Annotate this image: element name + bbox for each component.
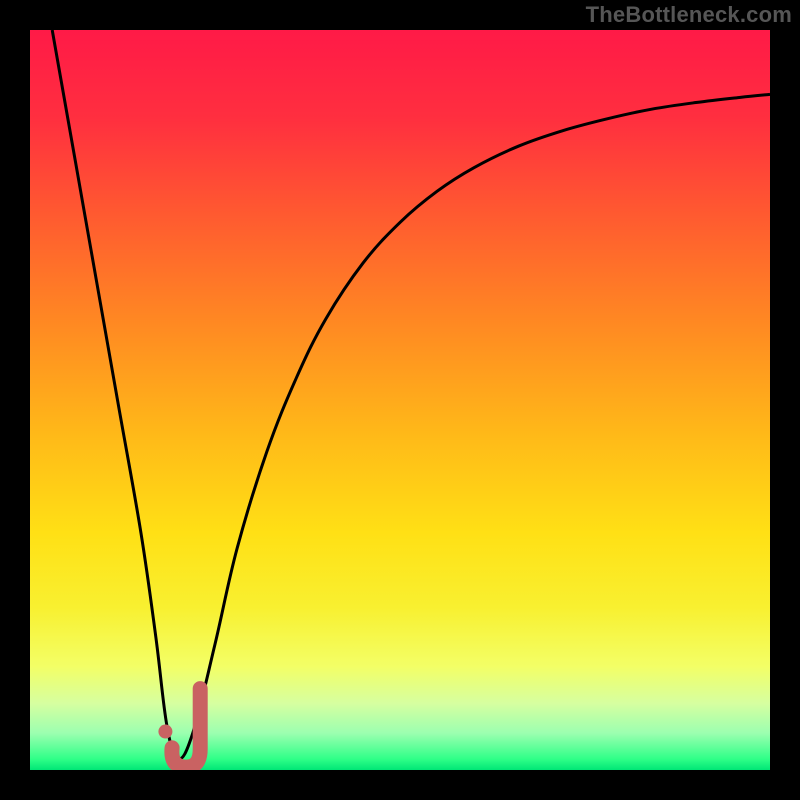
chart-frame: { "watermark": "TheBottleneck.com", "col… <box>0 0 800 800</box>
j-marker-dot <box>158 725 172 739</box>
plot-background <box>30 30 770 770</box>
bottleneck-chart <box>0 0 800 800</box>
watermark-text: TheBottleneck.com <box>586 2 792 28</box>
